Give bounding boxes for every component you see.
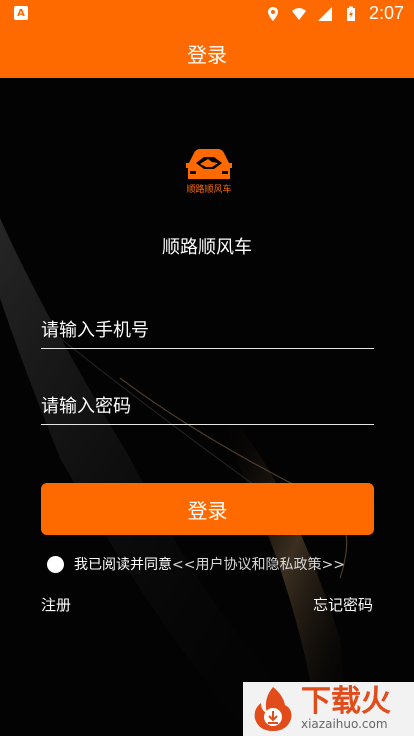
wifi-icon — [291, 7, 306, 20]
page-title: 登录 — [187, 42, 227, 67]
flame-download-icon — [254, 687, 292, 731]
phone-field — [41, 312, 374, 349]
watermark-title: 下载火 — [301, 684, 391, 719]
password-field — [41, 388, 374, 425]
agreement-text: 我已阅读并同意 — [74, 557, 172, 573]
agreement-radio[interactable] — [47, 555, 64, 573]
phone-input[interactable] — [41, 312, 374, 348]
signal-icon — [317, 6, 332, 21]
logo-text: 顺路顺风车 — [186, 185, 232, 195]
location-icon — [267, 6, 278, 21]
forgot-password-link[interactable]: 忘记密码 — [313, 594, 373, 615]
battery-charging-icon — [346, 6, 355, 21]
password-input[interactable] — [41, 388, 374, 424]
register-link[interactable]: 注册 — [41, 594, 71, 615]
status-icons: 2:07 — [265, 3, 404, 24]
app-name: 顺路顺风车 — [162, 237, 252, 258]
app-notification-icon: A — [14, 6, 28, 20]
app-bar: 登录 — [0, 28, 414, 78]
watermark: 下载火 xiazaihuo.com — [243, 682, 414, 736]
policy-link[interactable]: <<用户协议和隐私政策>> — [172, 557, 345, 573]
watermark-subtitle: xiazaihuo.com — [301, 717, 388, 731]
status-bar: A 2:07 — [0, 0, 414, 28]
agreement-row: 我已阅读并同意<<用户协议和隐私政策>> — [47, 554, 345, 574]
status-time: 2:07 — [368, 3, 404, 23]
login-button[interactable]: 登录 — [41, 483, 374, 535]
